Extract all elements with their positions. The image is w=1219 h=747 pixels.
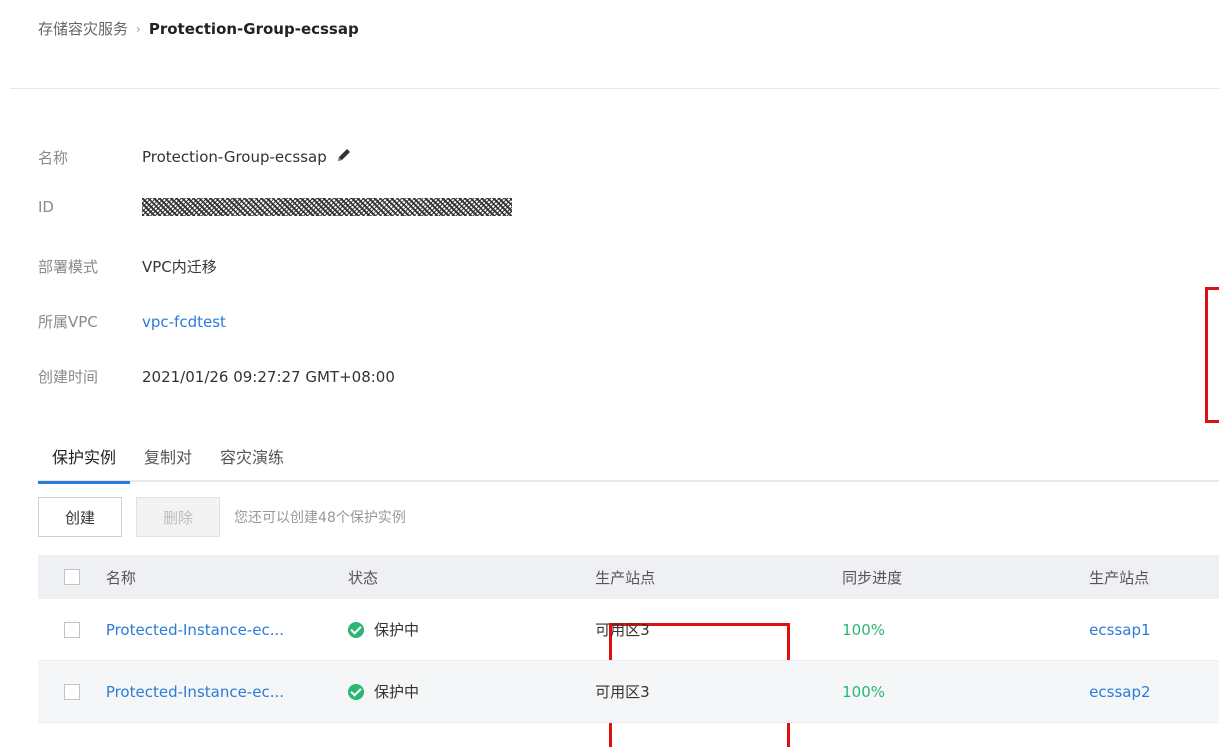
- production-server-link[interactable]: ecssap2: [1089, 683, 1219, 701]
- detail-deploy-value: VPC内迁移: [142, 258, 217, 276]
- vpc-link[interactable]: vpc-fcdtest: [142, 313, 226, 331]
- status-cell: 保护中: [348, 619, 595, 640]
- masked-id-value: [142, 198, 512, 216]
- breadcrumb: 存储容灾服务 › Protection-Group-ecssap: [38, 18, 359, 39]
- sync-progress-cell: 100%: [842, 682, 885, 701]
- tab-replication-pairs[interactable]: 复制对: [130, 438, 206, 482]
- row-check-cell: [38, 683, 106, 700]
- header-production-site-server[interactable]: 生产站点: [1089, 567, 1219, 588]
- create-button[interactable]: 创建: [38, 497, 123, 537]
- quota-hint: 您还可以创建48个保护实例: [234, 510, 406, 526]
- detail-deploy-label: 部署模式: [38, 258, 99, 276]
- check-circle-icon: [348, 683, 365, 700]
- detail-id-label: ID: [38, 198, 54, 216]
- delete-button[interactable]: 删除: [136, 497, 221, 537]
- row-check-cell: [38, 621, 106, 638]
- table-row: Protected-Instance-ec... 保护中 可用区3 100% e…: [38, 661, 1219, 723]
- instance-name-link[interactable]: Protected-Instance-ec...: [106, 683, 348, 701]
- breadcrumb-separator: ›: [136, 21, 141, 36]
- detail-vpc-label: 所属VPC: [38, 313, 98, 331]
- status-text: 保护中: [374, 683, 420, 701]
- select-all-checkbox[interactable]: [63, 569, 80, 585]
- header-status[interactable]: 状态: [348, 567, 595, 588]
- detail-name-value: Protection-Group-ecssap: [142, 148, 327, 166]
- status-text: 保护中: [374, 621, 420, 639]
- detail-name-row: 名称 Protection-Group-ecssap: [38, 146, 353, 168]
- detail-id-row: ID: [38, 198, 512, 216]
- protected-instances-table: 名称 状态 生产站点 同步进度 生产站点 Protected-Instance-…: [38, 555, 1219, 723]
- header-production-site[interactable]: 生产站点: [595, 567, 842, 588]
- breadcrumb-current: Protection-Group-ecssap: [148, 19, 359, 38]
- detail-vpc-row: 所属VPC vpc-fcdtest: [38, 311, 226, 332]
- detail-created-row: 创建时间 2021/01/26 09:27:27 GMT+08:00: [38, 366, 395, 387]
- instance-name-link[interactable]: Protected-Instance-ec...: [106, 621, 348, 639]
- row-checkbox[interactable]: [63, 621, 80, 638]
- detail-created-value: 2021/01/26 09:27:27 GMT+08:00: [142, 367, 395, 386]
- detail-name-label: 名称: [38, 148, 69, 167]
- detail-deploy-row: 部署模式 VPC内迁移: [38, 256, 217, 277]
- detail-created-label: 创建时间: [38, 368, 99, 386]
- production-server-link[interactable]: ecssap1: [1089, 621, 1219, 639]
- breadcrumb-service-link[interactable]: 存储容灾服务: [38, 18, 128, 39]
- edit-pencil-icon[interactable]: [335, 146, 353, 168]
- select-all-cell: [38, 569, 106, 585]
- toolbar: 创建 删除 您还可以创建48个保护实例: [38, 497, 406, 537]
- site-cell: 可用区3: [595, 683, 650, 701]
- highlight-box-right: [1205, 287, 1219, 423]
- row-checkbox[interactable]: [63, 683, 80, 700]
- tab-bar: 保护实例 复制对 容灾演练: [38, 438, 1219, 484]
- tab-protected-instances[interactable]: 保护实例: [38, 438, 131, 484]
- check-circle-icon: [348, 621, 365, 638]
- sync-progress-cell: 100%: [842, 620, 885, 639]
- table-row: Protected-Instance-ec... 保护中 可用区3 100% e…: [38, 599, 1219, 661]
- status-cell: 保护中: [348, 681, 595, 702]
- tab-dr-drills[interactable]: 容灾演练: [206, 438, 298, 482]
- header-name[interactable]: 名称: [106, 567, 348, 588]
- site-cell: 可用区3: [595, 621, 650, 639]
- header-sync-progress[interactable]: 同步进度: [842, 567, 1089, 588]
- table-header: 名称 状态 生产站点 同步进度 生产站点: [38, 555, 1219, 599]
- header-divider: [10, 88, 1219, 89]
